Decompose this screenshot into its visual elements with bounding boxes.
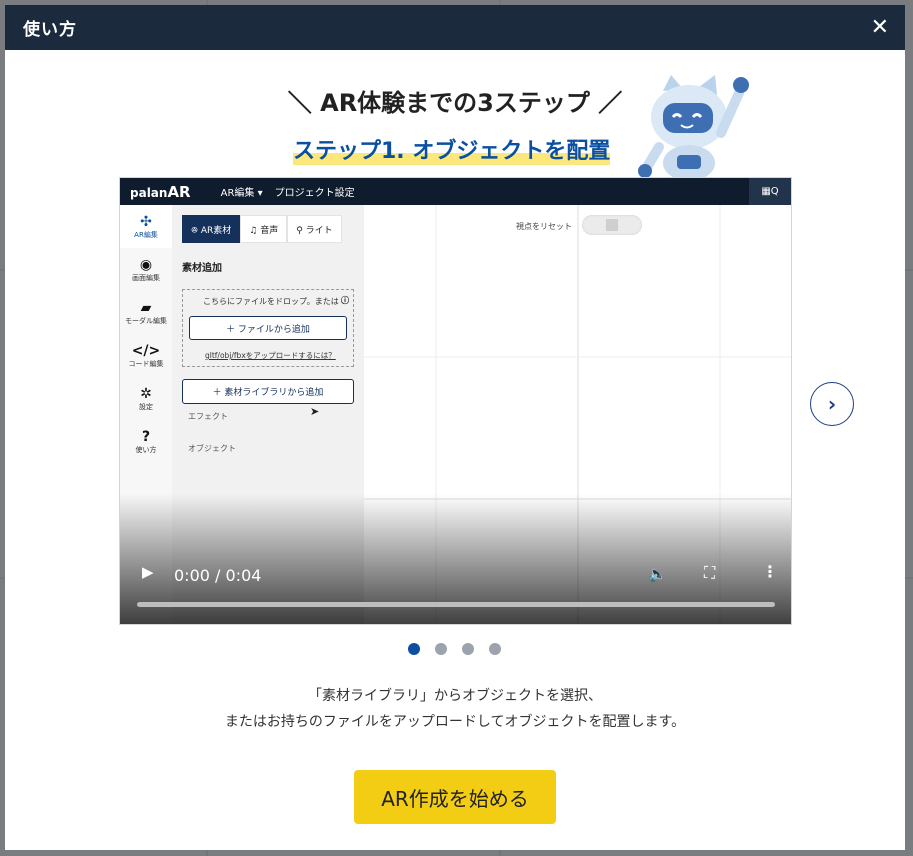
- rail-label: モーダル編集: [125, 316, 167, 325]
- volume-icon[interactable]: 🔈: [648, 565, 667, 583]
- gear-icon: ✲: [140, 385, 152, 402]
- mascot-robot-illustration: [638, 75, 749, 181]
- step-title: ステップ1. オブジェクトを配置: [293, 133, 611, 167]
- screen-edit-icon: ◉: [139, 256, 153, 273]
- drop-text: こちらにファイルをドロップ。または: [203, 297, 339, 306]
- tab-ar-assets: ꔮ AR素材: [182, 215, 241, 243]
- carousel-dots: [408, 643, 501, 655]
- start-ar-creation-button[interactable]: AR作成を始める: [354, 770, 556, 824]
- app-topbar: palanAR AR編集 ▾ プロジェクト設定 ▦ Q: [120, 178, 791, 205]
- reset-view-label: 視点をリセット: [516, 222, 572, 231]
- code-icon: </>: [131, 342, 161, 359]
- section-effect: エフェクト: [188, 412, 228, 421]
- rail-item-code-edit: </> コード編集: [120, 334, 172, 377]
- rail-item-settings: ✲ 設定: [120, 377, 172, 420]
- modal-title: 使い方: [23, 20, 77, 40]
- tutorial-video[interactable]: palanAR AR編集 ▾ プロジェクト設定 ▦ Q ✣ AR編集 ◉ 画面編…: [119, 177, 792, 625]
- section-object: オブジェクト: [188, 444, 236, 453]
- modal-header: 使い方 ✕: [5, 5, 905, 50]
- qr-label: Q: [770, 186, 779, 197]
- rail-label: コード編集: [128, 359, 164, 368]
- tab-light: ⚲ ライト: [287, 215, 342, 243]
- how-to-modal: 使い方 ✕ ＼ AR体験までの3ステップ ／ ステップ1. オブジェクトを配置 …: [5, 5, 905, 850]
- menu-ar-edit: AR編集 ▾: [220, 188, 263, 199]
- carousel-dot-4[interactable]: [489, 643, 501, 655]
- step-description: 「素材ライブラリ」からオブジェクトを選択、 またはお持ちのファイルをアップロード…: [5, 683, 905, 735]
- step-title-text: ステップ1. オブジェクトを配置: [293, 139, 611, 164]
- description-line-2: またはお持ちのファイルをアップロードしてオブジェクトを配置します。: [224, 714, 686, 730]
- rail-label: 使い方: [135, 445, 157, 454]
- rail-label: 画面編集: [132, 273, 160, 282]
- file-dropzone: こちらにファイルをドロップ。または ⓘ ＋ ファイルから追加 gltf/obj/…: [182, 289, 354, 367]
- rail-item-modal-edit: ▰ モーダル編集: [120, 291, 172, 334]
- app-logo-big: AR: [167, 182, 191, 201]
- qr-button: ▦ Q: [749, 178, 791, 205]
- rail-item-help: ? 使い方: [120, 420, 172, 463]
- asset-tabs: ꔮ AR素材 ♫ 音声 ⚲ ライト: [182, 215, 342, 243]
- app-logo-small: palan: [130, 185, 168, 200]
- steps-heading: ＼ AR体験までの3ステップ ／: [287, 89, 623, 117]
- info-icon: ⓘ: [341, 296, 349, 305]
- reset-view-toggle: [582, 215, 642, 235]
- panel-title: 素材追加: [182, 263, 222, 274]
- rail-item-screen-edit: ◉ 画面編集: [120, 248, 172, 291]
- next-slide-button[interactable]: ›: [810, 382, 854, 426]
- menu-project-settings: プロジェクト設定: [274, 188, 355, 199]
- speech-bubble-icon: ▰: [140, 299, 152, 316]
- rail-label: 設定: [139, 402, 153, 411]
- rail-item-ar-edit: ✣ AR編集: [120, 205, 172, 248]
- close-icon[interactable]: ✕: [871, 16, 889, 39]
- add-from-library-button: ＋ 素材ライブラリから追加: [182, 379, 354, 404]
- description-line-1: 「素材ライブラリ」からオブジェクトを選択、: [308, 688, 602, 704]
- more-options-icon[interactable]: ⋮: [762, 562, 778, 581]
- carousel-dot-1[interactable]: [408, 643, 420, 655]
- question-icon: ?: [141, 428, 151, 445]
- video-progress-bar[interactable]: [137, 602, 775, 607]
- app-logo: palanAR: [130, 183, 191, 201]
- add-from-file-button: ＋ ファイルから追加: [189, 316, 347, 340]
- carousel-dot-3[interactable]: [462, 643, 474, 655]
- mouse-cursor-icon: ➤: [310, 405, 320, 418]
- carousel-dot-2[interactable]: [435, 643, 447, 655]
- rail-label: AR編集: [134, 230, 158, 239]
- chevron-right-icon: ›: [827, 392, 837, 416]
- play-icon[interactable]: ▶: [142, 563, 154, 581]
- tab-audio: ♫ 音声: [240, 215, 288, 243]
- fullscreen-icon[interactable]: ⛶: [704, 563, 715, 583]
- ar-edit-icon: ✣: [140, 213, 152, 230]
- video-time: 0:00 / 0:04: [174, 566, 262, 585]
- upload-help-link: gltf/obj/fbxをアップロードするには？: [205, 351, 336, 360]
